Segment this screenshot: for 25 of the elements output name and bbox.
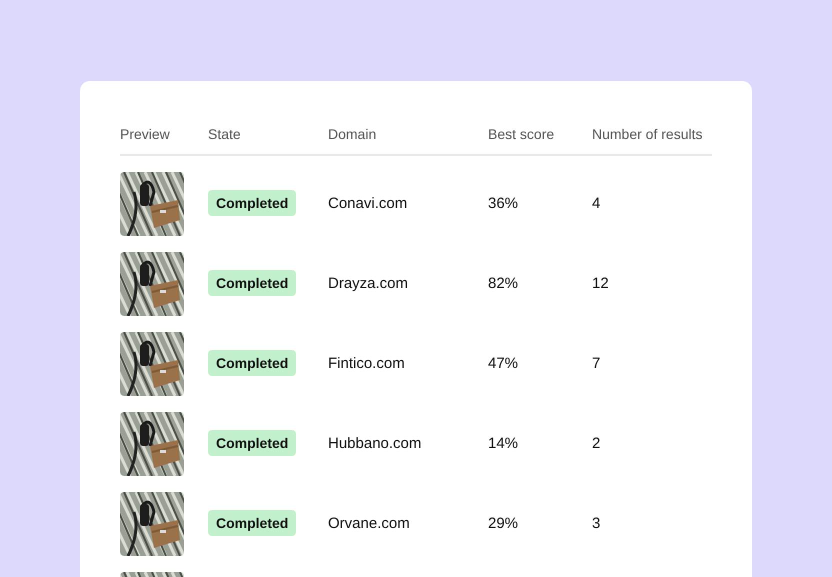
- column-header: Best score: [488, 125, 556, 144]
- results-cell: 12: [592, 275, 609, 292]
- domain-cell: Fintico.com: [328, 355, 405, 372]
- score-cell: 47%: [488, 355, 518, 372]
- domain-cell: Orvane.com: [328, 515, 410, 532]
- column-header: Preview: [120, 125, 171, 144]
- score-cell: 14%: [488, 435, 518, 452]
- status-badge: Completed: [208, 430, 296, 456]
- results-cell: 7: [592, 355, 600, 372]
- domain-cell: Drayza.com: [328, 275, 408, 292]
- status-badge: Completed: [208, 510, 296, 536]
- status-badge: Completed: [208, 270, 296, 296]
- score-cell: 36%: [488, 195, 518, 212]
- score-cell: 82%: [488, 275, 518, 292]
- results-cell: 2: [592, 435, 600, 452]
- score-cell: 29%: [488, 515, 518, 532]
- column-header: State: [208, 125, 242, 144]
- results-cell: 3: [592, 515, 600, 532]
- status-badge: Completed: [208, 190, 296, 216]
- domain-cell: Hubbano.com: [328, 435, 422, 452]
- column-header: Number of results: [592, 125, 704, 144]
- domain-cell: Conavi.com: [328, 195, 408, 212]
- results-cell: 4: [592, 195, 600, 212]
- status-badge: Completed: [208, 350, 296, 376]
- column-header: Domain: [328, 125, 378, 144]
